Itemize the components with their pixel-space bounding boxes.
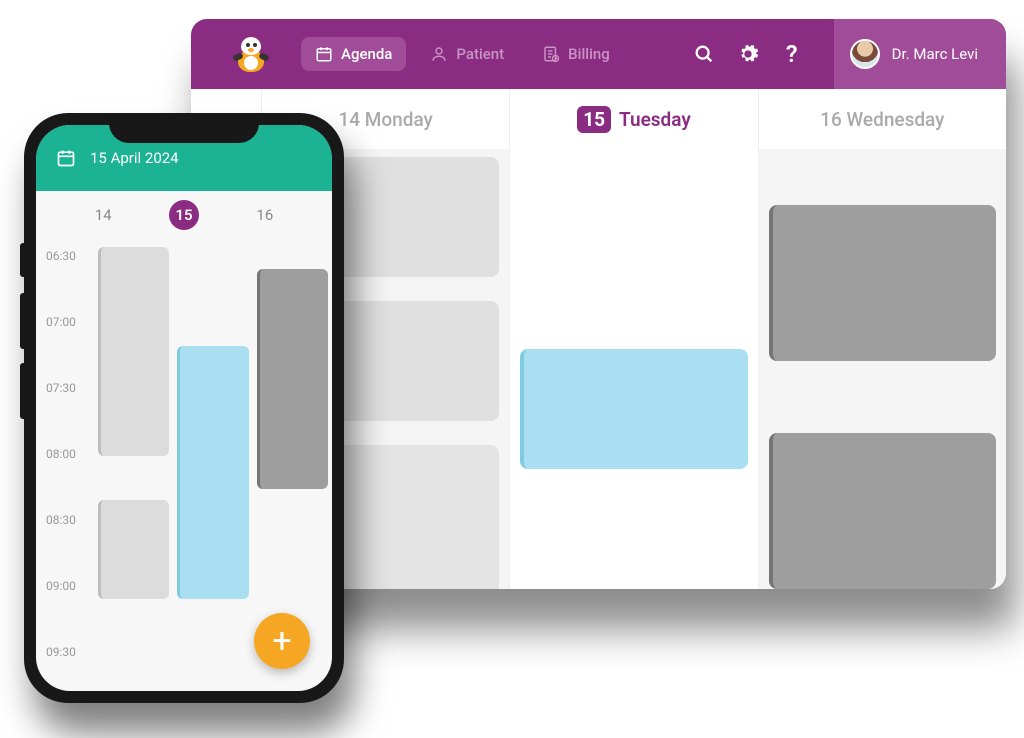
- day-body[interactable]: [759, 149, 1006, 589]
- time-label: 06:30: [46, 249, 94, 315]
- app-logo[interactable]: [231, 34, 271, 74]
- time-label: 07:00: [46, 315, 94, 381]
- calendar-icon[interactable]: [56, 148, 76, 168]
- day-column[interactable]: 15 Tuesday: [509, 89, 757, 589]
- day-column[interactable]: 16 Wednesday: [758, 89, 1006, 589]
- gear-icon: [737, 43, 759, 65]
- search-icon: [693, 43, 715, 65]
- phone-button-silent: [20, 243, 24, 277]
- day-body[interactable]: [510, 149, 757, 589]
- add-button[interactable]: +: [254, 613, 310, 669]
- user-name: Dr. Marc Levi: [892, 45, 978, 63]
- avatar: [850, 39, 880, 69]
- day-tab[interactable]: 14: [95, 206, 112, 224]
- day-column[interactable]: [94, 239, 173, 691]
- time-label: 08:00: [46, 447, 94, 513]
- phone-notch: [109, 113, 259, 143]
- day-name: Tuesday: [619, 108, 691, 131]
- settings-button[interactable]: [726, 32, 770, 76]
- time-label: 09:30: [46, 645, 94, 691]
- nav-agenda[interactable]: Agenda: [301, 37, 406, 71]
- time-label: 07:30: [46, 381, 94, 447]
- mobile-day-tabs: 14 15 16: [36, 191, 332, 239]
- nav-patient-label: Patient: [456, 45, 504, 63]
- phone-device: 15 April 2024 14 15 16 06:3007:0007:3008:0…: [24, 113, 344, 703]
- help-icon: ?: [786, 40, 798, 68]
- calendar-event[interactable]: [98, 500, 169, 599]
- nav-billing-label: Billing: [568, 45, 610, 63]
- desktop-header: Agenda Patient Billing ? Dr. Marc Levi: [191, 19, 1006, 89]
- time-label: 08:30: [46, 513, 94, 579]
- day-number-badge: 15: [577, 106, 611, 133]
- calendar-event[interactable]: [769, 433, 996, 589]
- day-column[interactable]: [173, 239, 252, 691]
- search-button[interactable]: [682, 32, 726, 76]
- day-tab[interactable]: 16: [256, 206, 273, 224]
- person-icon: [430, 45, 448, 63]
- desktop-day-columns: 14 Monday15Tuesday16 Wednesday: [261, 89, 1006, 589]
- plus-icon: +: [272, 621, 291, 661]
- calendar-event[interactable]: [520, 349, 747, 469]
- phone-button-vol-down: [20, 363, 24, 419]
- calendar-event[interactable]: [257, 269, 328, 489]
- day-header: 15 Tuesday: [510, 89, 757, 149]
- phone-screen: 15 April 2024 14 15 16 06:3007:0007:3008:0…: [36, 125, 332, 691]
- calendar-event[interactable]: [177, 346, 248, 599]
- day-header: 16 Wednesday: [759, 89, 1006, 149]
- calendar-event[interactable]: [98, 247, 169, 456]
- help-button[interactable]: ?: [770, 32, 814, 76]
- calendar-event[interactable]: [769, 205, 996, 361]
- nav-patient[interactable]: Patient: [416, 37, 518, 71]
- mobile-time-gutter: 06:3007:0007:3008:0008:3009:0009:30: [36, 239, 94, 691]
- phone-button-vol-up: [20, 293, 24, 349]
- nav-agenda-label: Agenda: [341, 45, 392, 63]
- mobile-calendar: 06:3007:0007:3008:0008:3009:0009:30 +: [36, 239, 332, 691]
- time-label: 09:00: [46, 579, 94, 645]
- header-actions: ? Dr. Marc Levi: [682, 19, 1006, 89]
- nav-billing[interactable]: Billing: [528, 37, 624, 71]
- mobile-date-label: 15 April 2024: [90, 149, 179, 167]
- user-chip[interactable]: Dr. Marc Levi: [834, 19, 1006, 89]
- day-tab[interactable]: 15: [169, 200, 199, 230]
- billing-icon: [542, 45, 560, 63]
- calendar-icon: [315, 45, 333, 63]
